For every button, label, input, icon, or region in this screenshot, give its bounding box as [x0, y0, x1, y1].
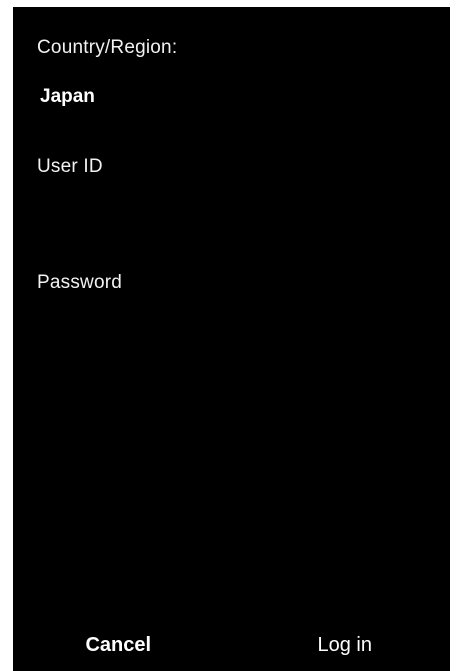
country-region-selector[interactable]: Japan — [40, 86, 95, 108]
action-button-bar: Cancel Log in — [13, 611, 450, 671]
cancel-button[interactable]: Cancel — [13, 611, 230, 671]
log-in-button[interactable]: Log in — [230, 611, 451, 671]
country-region-label: Country/Region: — [37, 37, 178, 58]
user-id-label: User ID — [37, 156, 103, 177]
password-label: Password — [37, 272, 123, 293]
login-screen: Country/Region: Japan User ID Password C… — [13, 7, 450, 671]
user-id-input[interactable] — [35, 185, 434, 247]
password-input[interactable] — [35, 301, 434, 363]
